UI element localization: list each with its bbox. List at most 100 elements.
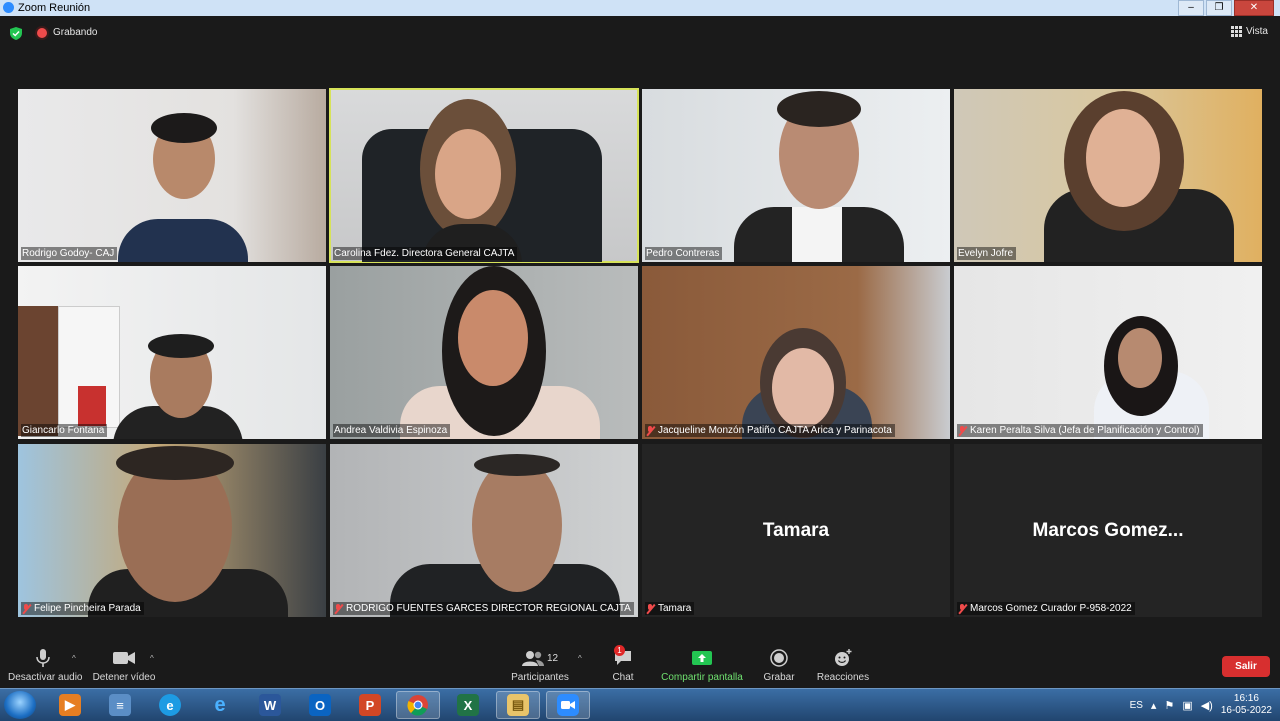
participant-display-name: Tamara bbox=[762, 520, 830, 541]
mic-muted-icon bbox=[958, 425, 967, 436]
window-title: Zoom Reunión bbox=[18, 2, 91, 14]
mic-muted-icon bbox=[22, 603, 31, 614]
participants-icon bbox=[521, 651, 544, 666]
stop-video-button[interactable]: Detener vídeo bbox=[92, 648, 156, 683]
taskbar-app-powerpoint[interactable]: P bbox=[348, 691, 392, 719]
flag-icon[interactable]: ⚑ bbox=[1164, 699, 1174, 712]
taskbar-app-excel[interactable]: X bbox=[446, 691, 490, 719]
view-label: Vista bbox=[1245, 26, 1268, 37]
participant-tile[interactable]: Marcos Gomez... Marcos Gomez Curador P-9… bbox=[954, 444, 1262, 617]
participant-name: RODRIGO FUENTES GARCES DIRECTOR REGIONAL… bbox=[333, 602, 634, 615]
edge-icon: e bbox=[159, 694, 181, 716]
participant-tile[interactable]: Karen Peralta Silva (Jefa de Planificaci… bbox=[954, 266, 1262, 439]
participant-tile[interactable]: RODRIGO FUENTES GARCES DIRECTOR REGIONAL… bbox=[330, 444, 638, 617]
record-button[interactable]: Grabar bbox=[760, 648, 798, 683]
close-button[interactable]: ✕ bbox=[1234, 0, 1274, 16]
clock[interactable]: 16:16 16-05-2022 bbox=[1221, 693, 1272, 717]
window-controls: – ❐ ✕ bbox=[1178, 0, 1274, 16]
participant-name: Pedro Contreras bbox=[645, 247, 723, 260]
participant-tile-active-speaker[interactable]: Carolina Fdez. Directora General CAJTA bbox=[329, 88, 639, 263]
meeting-topbar: Grabando Vista bbox=[0, 16, 1280, 50]
folder-icon: ▤ bbox=[507, 694, 529, 716]
powerpoint-icon: P bbox=[359, 694, 381, 716]
chat-button[interactable]: 1 Chat bbox=[600, 645, 646, 683]
leave-meeting-button[interactable]: Salir bbox=[1222, 656, 1270, 677]
participants-button[interactable]: 12 Participantes bbox=[508, 648, 572, 683]
start-button[interactable] bbox=[4, 691, 36, 719]
taskbar-app-edge[interactable]: e bbox=[148, 691, 192, 719]
share-screen-icon bbox=[692, 651, 712, 665]
security-shield-icon[interactable] bbox=[10, 27, 22, 40]
participant-name: Evelyn Jofre bbox=[957, 247, 1017, 260]
participant-name: Karen Peralta Silva (Jefa de Planificaci… bbox=[957, 424, 1203, 437]
taskbar-app-file-explorer[interactable]: ▤ bbox=[496, 691, 540, 719]
participant-tile[interactable]: Evelyn Jofre bbox=[954, 89, 1262, 262]
participant-tile[interactable]: Tamara Tamara bbox=[642, 444, 950, 617]
smiley-icon bbox=[835, 649, 852, 666]
participant-gallery: Rodrigo Godoy- CAJ Carolina Fdez. Direct… bbox=[18, 88, 1262, 617]
chrome-icon bbox=[407, 695, 428, 716]
microphone-icon bbox=[36, 649, 50, 667]
network-icon[interactable]: ▣ bbox=[1182, 699, 1192, 712]
taskbar-app-word[interactable]: W bbox=[248, 691, 292, 719]
grid-view-icon bbox=[1230, 26, 1242, 37]
participant-name: Tamara bbox=[645, 602, 695, 615]
mic-muted-icon bbox=[958, 603, 967, 614]
participant-name: Andrea Valdivia Espinoza bbox=[333, 424, 451, 437]
internet-explorer-icon: e bbox=[214, 693, 226, 716]
mute-audio-button[interactable]: Desactivar audio bbox=[8, 648, 82, 683]
language-indicator[interactable]: ES bbox=[1130, 700, 1143, 711]
meeting-toolbar: Desactivar audio ^ Detener vídeo ^ 12 Pa… bbox=[0, 640, 1280, 688]
network-folder-icon: ≡ bbox=[109, 694, 131, 716]
recording-icon bbox=[37, 28, 47, 38]
mic-muted-icon bbox=[334, 603, 343, 614]
taskbar-app-outlook[interactable]: O bbox=[298, 691, 342, 719]
participants-count: 12 bbox=[546, 652, 559, 664]
mic-muted-icon bbox=[646, 425, 655, 436]
participant-name: Rodrigo Godoy- CAJ bbox=[21, 247, 118, 260]
reactions-button[interactable]: Reacciones bbox=[816, 648, 870, 683]
recording-label: Grabando bbox=[53, 27, 98, 38]
excel-icon: X bbox=[457, 694, 479, 716]
participant-tile[interactable]: Felipe Pincheira Parada bbox=[18, 444, 326, 617]
clock-date: 16-05-2022 bbox=[1220, 705, 1272, 716]
participant-name: Giancarlo Fontana bbox=[21, 424, 108, 437]
taskbar-app-network[interactable]: ≡ bbox=[98, 691, 142, 719]
system-tray: ES ▴ ⚑ ▣ ◀) 16:16 16-05-2022 bbox=[1130, 689, 1272, 721]
participant-tile[interactable]: Pedro Contreras bbox=[642, 89, 950, 262]
view-button[interactable]: Vista bbox=[1230, 26, 1268, 37]
taskbar-app-chrome[interactable] bbox=[396, 691, 440, 719]
chat-unread-badge: 1 bbox=[614, 645, 625, 656]
windows-taskbar: ▶ ≡ e e W O P X ▤ ES ▴ ⚑ ▣ ◀) 16:16 16-0… bbox=[0, 688, 1280, 721]
taskbar-app-media-player[interactable]: ▶ bbox=[48, 691, 92, 719]
share-screen-button[interactable]: Compartir pantalla bbox=[660, 648, 744, 683]
clock-time: 16:16 bbox=[1233, 693, 1259, 704]
word-icon: W bbox=[259, 694, 281, 716]
media-player-icon: ▶ bbox=[59, 694, 81, 716]
participant-name: Carolina Fdez. Directora General CAJTA bbox=[333, 247, 518, 260]
participants-options-caret-icon[interactable]: ^ bbox=[578, 654, 582, 663]
zoom-logo-icon bbox=[3, 2, 14, 13]
participant-tile[interactable]: Rodrigo Godoy- CAJ bbox=[18, 89, 326, 262]
record-icon bbox=[770, 649, 788, 667]
chevron-up-icon[interactable]: ▴ bbox=[1151, 699, 1157, 712]
participant-tile[interactable]: Andrea Valdivia Espinoza bbox=[330, 266, 638, 439]
taskbar-app-zoom[interactable] bbox=[546, 691, 590, 719]
video-options-caret-icon[interactable]: ^ bbox=[150, 654, 154, 663]
participant-name: Felipe Pincheira Parada bbox=[21, 602, 144, 615]
audio-options-caret-icon[interactable]: ^ bbox=[72, 654, 76, 663]
maximize-button[interactable]: ❐ bbox=[1206, 0, 1232, 16]
participant-tile[interactable]: Jacqueline Monzón Patiño CAJTA Arica y P… bbox=[642, 266, 950, 439]
video-camera-icon bbox=[113, 652, 135, 664]
zoom-icon bbox=[557, 694, 579, 716]
participant-display-name: Marcos Gomez... bbox=[1032, 520, 1184, 541]
participant-name: Jacqueline Monzón Patiño CAJTA Arica y P… bbox=[645, 424, 895, 437]
taskbar-app-internet-explorer[interactable]: e bbox=[198, 691, 242, 719]
minimize-button[interactable]: – bbox=[1178, 0, 1204, 16]
participant-tile[interactable]: Giancarlo Fontana bbox=[18, 266, 326, 439]
window-titlebar: Zoom Reunión – ❐ ✕ bbox=[0, 0, 1280, 16]
mic-muted-icon bbox=[646, 603, 655, 614]
volume-icon[interactable]: ◀) bbox=[1201, 699, 1213, 712]
outlook-icon: O bbox=[309, 694, 331, 716]
participant-name: Marcos Gomez Curador P-958-2022 bbox=[957, 602, 1135, 615]
